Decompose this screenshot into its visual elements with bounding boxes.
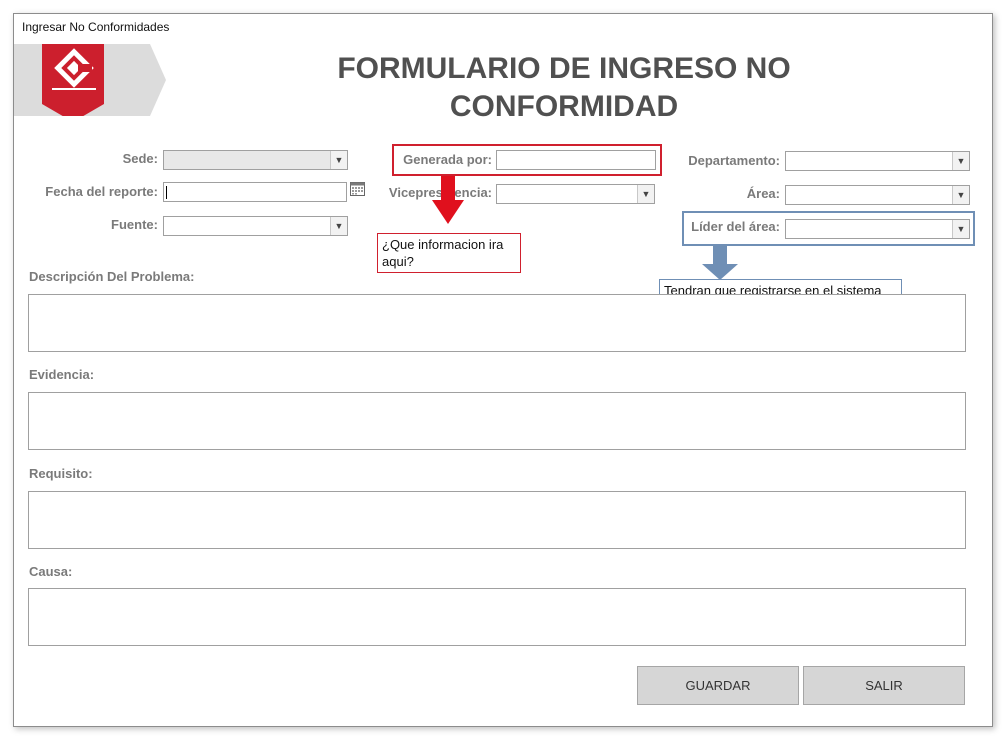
area-label: Área: bbox=[746, 186, 780, 201]
text-caret bbox=[166, 186, 167, 199]
chevron-down-icon: ▼ bbox=[330, 217, 347, 235]
descripcion-textarea[interactable] bbox=[28, 294, 966, 352]
requisito-label: Requisito: bbox=[29, 466, 93, 481]
window-title: Ingresar No Conformidades bbox=[22, 20, 170, 34]
lider-label: Líder del área: bbox=[691, 219, 780, 234]
fecha-reporte-input[interactable] bbox=[163, 182, 347, 202]
causa-label: Causa: bbox=[29, 564, 73, 579]
requisito-textarea[interactable] bbox=[28, 491, 966, 549]
generada-label: Generada por: bbox=[403, 152, 492, 167]
departamento-label: Departamento: bbox=[688, 153, 780, 168]
lider-area-select[interactable]: ▼ bbox=[785, 219, 970, 239]
area-select[interactable]: ▼ bbox=[785, 185, 970, 205]
chevron-down-icon: ▼ bbox=[952, 220, 969, 238]
chevron-down-icon: ▼ bbox=[637, 185, 654, 203]
page-title-line2: CONFORMIDAD bbox=[449, 90, 679, 123]
chevron-down-icon: ▼ bbox=[330, 151, 347, 169]
generada-por-input[interactable] bbox=[496, 150, 656, 170]
causa-textarea[interactable] bbox=[28, 588, 966, 646]
red-arrow-icon bbox=[432, 176, 464, 224]
evidencia-textarea[interactable] bbox=[28, 392, 966, 450]
calendar-icon[interactable] bbox=[350, 182, 365, 196]
chevron-down-icon: ▼ bbox=[952, 152, 969, 170]
vicepresidencia-select[interactable]: ▼ bbox=[496, 184, 655, 204]
guardar-button[interactable]: GUARDAR bbox=[637, 666, 799, 705]
logo-band bbox=[14, 44, 166, 116]
salir-button[interactable]: SALIR bbox=[803, 666, 965, 705]
form-window: Ingresar No Conformidades FORMULARIO DE … bbox=[13, 13, 993, 727]
departamento-select[interactable]: ▼ bbox=[785, 151, 970, 171]
descripcion-label: Descripción Del Problema: bbox=[29, 269, 195, 284]
sede-select[interactable]: ▼ bbox=[163, 150, 348, 170]
fecha-label: Fecha del reporte: bbox=[45, 184, 158, 199]
fuente-label: Fuente: bbox=[111, 217, 158, 232]
fuente-select[interactable]: ▼ bbox=[163, 216, 348, 236]
chevron-down-icon: ▼ bbox=[952, 186, 969, 204]
page-title-line1: FORMULARIO DE INGRESO NO bbox=[337, 52, 791, 85]
blue-arrow-icon bbox=[702, 246, 738, 280]
sede-label: Sede: bbox=[122, 151, 158, 166]
red-annotation-note: ¿Que informacion ira aqui? bbox=[377, 233, 521, 273]
evidencia-label: Evidencia: bbox=[29, 367, 95, 382]
page-title: FORMULARIO DE INGRESO NO CONFORMIDAD bbox=[264, 50, 864, 126]
